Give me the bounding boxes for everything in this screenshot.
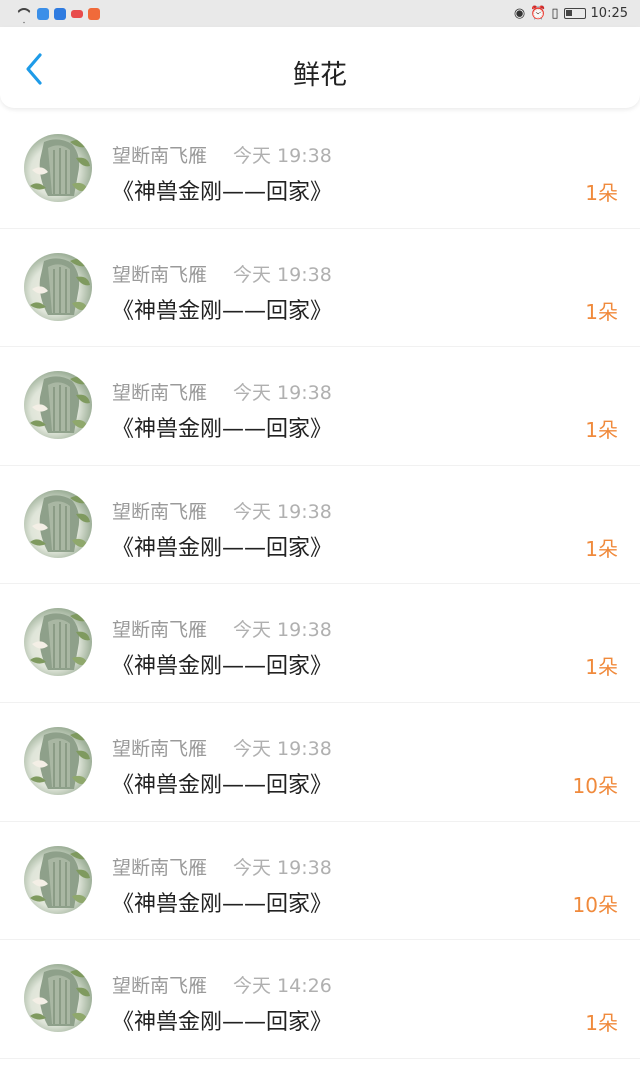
user-name[interactable]: 望断南飞雁 bbox=[112, 734, 207, 761]
app-notification-icon bbox=[88, 7, 100, 20]
avatar-illustration bbox=[30, 376, 90, 434]
user-name[interactable]: 望断南飞雁 bbox=[112, 497, 207, 524]
user-name[interactable]: 望断南飞雁 bbox=[112, 853, 207, 880]
timestamp: 今天 19:38 bbox=[233, 856, 332, 879]
avatar[interactable] bbox=[24, 489, 92, 558]
work-title[interactable]: 《神兽金刚——回家》 bbox=[112, 174, 332, 206]
timestamp: 今天 19:38 bbox=[233, 500, 332, 523]
page-title: 鲜花 bbox=[293, 60, 347, 91]
avatar[interactable] bbox=[24, 252, 92, 321]
timestamp: 今天 19:38 bbox=[233, 263, 332, 286]
user-name[interactable]: 望断南飞雁 bbox=[112, 260, 207, 287]
wifi-icon bbox=[16, 8, 32, 20]
list-item[interactable]: 望断南飞雁 今天 19:38 《神兽金刚——回家》 10朵 bbox=[0, 703, 640, 822]
status-left-icons bbox=[16, 7, 100, 20]
flower-count: 1朵 bbox=[585, 181, 618, 205]
avatar[interactable] bbox=[24, 371, 92, 440]
alarm-icon: ⏰ bbox=[530, 6, 547, 21]
user-name[interactable]: 望断南飞雁 bbox=[112, 971, 207, 998]
flower-count: 10朵 bbox=[572, 892, 618, 917]
status-right-icons: ◉ ⏰ ▯ 10:25 bbox=[514, 6, 628, 21]
flower-count: 1朵 bbox=[585, 1011, 618, 1036]
avatar[interactable] bbox=[24, 134, 92, 202]
app-notification-icon bbox=[54, 7, 66, 20]
flower-count: 1朵 bbox=[585, 536, 618, 561]
header: 鲜花 bbox=[0, 27, 640, 108]
app-notification-icon bbox=[37, 7, 49, 20]
work-title[interactable]: 《神兽金刚——回家》 bbox=[112, 648, 332, 680]
timestamp: 今天 19:38 bbox=[233, 145, 332, 167]
flower-count: 1朵 bbox=[585, 418, 618, 443]
avatar[interactable] bbox=[24, 845, 92, 914]
status-bar: ◉ ⏰ ▯ 10:25 bbox=[0, 0, 640, 27]
flower-count: 10朵 bbox=[572, 773, 618, 798]
work-title[interactable]: 《神兽金刚——回家》 bbox=[112, 411, 332, 443]
status-time: 10:25 bbox=[590, 6, 628, 21]
list-item[interactable]: 望断南飞雁 今天 19:38 《神兽金刚——回家》 10朵 bbox=[0, 822, 640, 941]
eye-icon: ◉ bbox=[513, 6, 526, 21]
avatar-illustration bbox=[30, 850, 90, 908]
flower-count: 1朵 bbox=[585, 299, 618, 324]
timestamp: 今天 19:38 bbox=[233, 382, 332, 405]
flower-record-list: 望断南飞雁 今天 19:38 《神兽金刚——回家》 1朵 望断南飞雁 今天 19… bbox=[0, 110, 640, 1059]
vibrate-icon: ▯ bbox=[551, 6, 559, 21]
battery-icon bbox=[563, 8, 586, 19]
avatar-illustration bbox=[30, 732, 90, 789]
list-item[interactable]: 望断南飞雁 今天 19:38 《神兽金刚——回家》 1朵 bbox=[0, 466, 640, 585]
user-name[interactable]: 望断南飞雁 bbox=[112, 141, 207, 168]
work-title[interactable]: 《神兽金刚——回家》 bbox=[112, 767, 332, 799]
list-item[interactable]: 望断南飞雁 今天 19:38 《神兽金刚——回家》 1朵 bbox=[0, 110, 640, 229]
user-name[interactable]: 望断南飞雁 bbox=[112, 378, 207, 405]
timestamp: 今天 14:26 bbox=[233, 975, 332, 998]
work-title[interactable]: 《神兽金刚——回家》 bbox=[112, 293, 332, 325]
avatar-illustration bbox=[30, 495, 90, 552]
work-title[interactable]: 《神兽金刚——回家》 bbox=[112, 1004, 332, 1036]
work-title[interactable]: 《神兽金刚——回家》 bbox=[112, 530, 332, 562]
user-name[interactable]: 望断南飞雁 bbox=[112, 615, 207, 642]
list-item[interactable]: 望断南飞雁 今天 14:26 《神兽金刚——回家》 1朵 bbox=[0, 940, 640, 1059]
timestamp: 今天 19:38 bbox=[233, 619, 332, 642]
timestamp: 今天 19:38 bbox=[233, 737, 332, 760]
work-title[interactable]: 《神兽金刚——回家》 bbox=[112, 886, 332, 918]
avatar[interactable] bbox=[24, 726, 92, 795]
avatar-illustration bbox=[30, 139, 90, 196]
flower-count: 1朵 bbox=[585, 655, 618, 680]
app-notification-icon bbox=[71, 9, 83, 18]
list-item[interactable]: 望断南飞雁 今天 19:38 《神兽金刚——回家》 1朵 bbox=[0, 229, 640, 348]
avatar[interactable] bbox=[24, 608, 92, 677]
avatar-illustration bbox=[30, 969, 90, 1027]
avatar-illustration bbox=[30, 613, 90, 671]
avatar[interactable] bbox=[24, 964, 92, 1033]
avatar-illustration bbox=[30, 258, 90, 315]
list-item[interactable]: 望断南飞雁 今天 19:38 《神兽金刚——回家》 1朵 bbox=[0, 584, 640, 703]
list-item[interactable]: 望断南飞雁 今天 19:38 《神兽金刚——回家》 1朵 bbox=[0, 347, 640, 466]
